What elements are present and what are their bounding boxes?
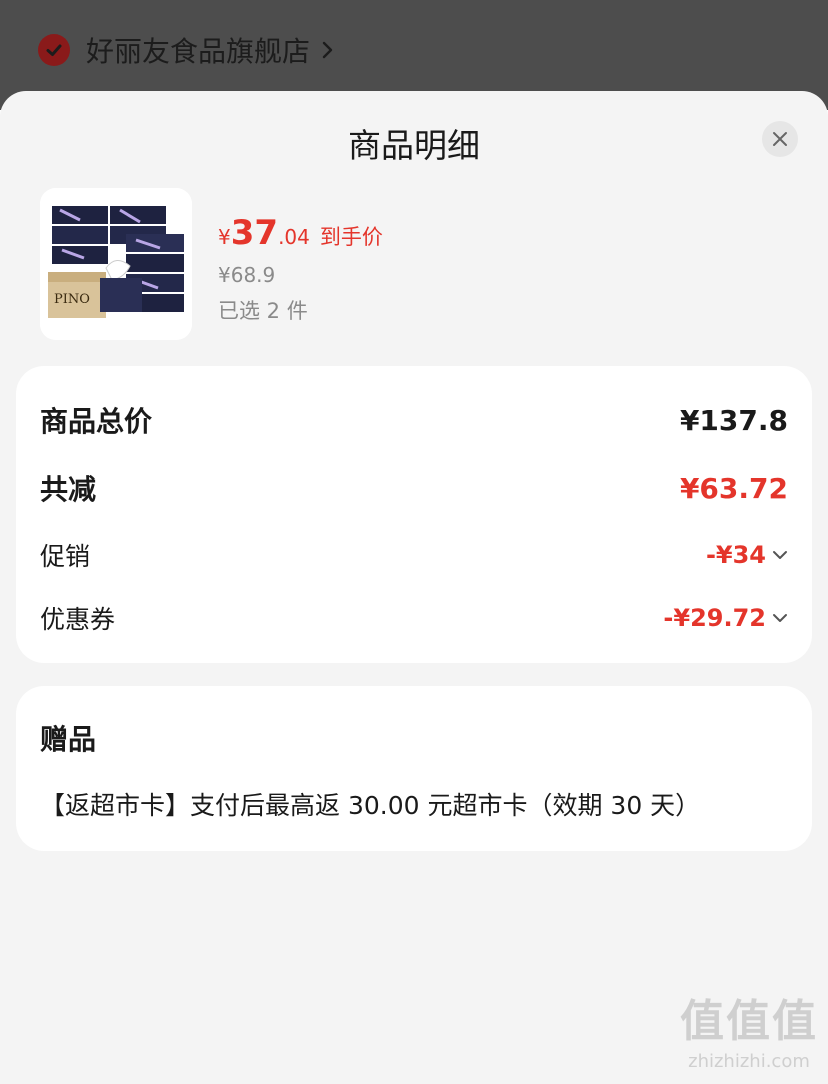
promo-row[interactable]: 促销 -¥34: [40, 537, 788, 573]
total-value: ¥137.8: [679, 403, 788, 437]
price-block: ¥ 37 .04 到手价 ¥68.9 已选 2 件: [218, 213, 383, 325]
price-decimal: .04: [278, 225, 310, 249]
store-name[interactable]: 好丽友食品旗舰店: [86, 30, 310, 70]
gift-description: 【返超市卡】支付后最高返 30.00 元超市卡（效期 30 天）: [40, 791, 701, 820]
product-image[interactable]: PINO: [40, 188, 192, 340]
close-button[interactable]: [762, 121, 798, 157]
sheet-title: 商品明细: [348, 126, 480, 165]
selected-count: 已选 2 件: [218, 299, 308, 323]
svg-text:PINO: PINO: [54, 292, 90, 307]
final-price: ¥ 37 .04 到手价: [218, 213, 383, 253]
price-symbol: ¥: [218, 225, 231, 249]
coupon-value: -¥29.72: [663, 604, 766, 632]
promo-label: 促销: [40, 542, 91, 571]
price-integer: 37: [230, 213, 279, 253]
close-icon: [773, 132, 787, 146]
price-summary-card: 商品总价 ¥137.8 共减 ¥63.72 促销 -¥34 优惠券 -¥29.7…: [16, 366, 812, 663]
watermark-logo: 值值值: [680, 996, 818, 1047]
coupon-row[interactable]: 优惠券 -¥29.72: [40, 600, 788, 636]
watermark: 值值值 zhizhizhi.com: [680, 985, 818, 1072]
total-label: 商品总价: [40, 405, 153, 438]
gift-card: 赠品 【返超市卡】支付后最高返 30.00 元超市卡（效期 30 天）: [16, 686, 812, 851]
chevron-right-icon[interactable]: [320, 40, 336, 60]
coupon-label: 优惠券: [40, 605, 116, 634]
promo-value: -¥34: [705, 541, 766, 569]
promo-value-wrap[interactable]: -¥34: [706, 541, 788, 569]
coupon-value-wrap[interactable]: -¥29.72: [663, 604, 788, 632]
gift-title: 赠品: [40, 723, 97, 756]
store-row[interactable]: 好丽友食品旗舰店: [38, 30, 336, 70]
gift-title-row: 赠品: [40, 718, 788, 758]
product-detail-sheet: 商品明细 PINO ¥ 37 .04 到手价 ¥68.9 已选 2 件 商品总价…: [0, 91, 828, 1084]
check-circle-icon[interactable]: [38, 34, 70, 66]
chevron-down-icon[interactable]: [772, 612, 788, 624]
discount-row: 共减 ¥63.72: [40, 468, 788, 508]
total-row: 商品总价 ¥137.8: [40, 400, 788, 440]
discount-value: ¥63.72: [679, 471, 788, 505]
price-note: 到手价: [319, 225, 383, 249]
watermark-url: zhizhizhi.com: [688, 1051, 810, 1072]
original-price: ¥68.9: [218, 263, 276, 287]
chevron-down-icon[interactable]: [772, 549, 788, 561]
discount-label: 共减: [40, 473, 97, 506]
